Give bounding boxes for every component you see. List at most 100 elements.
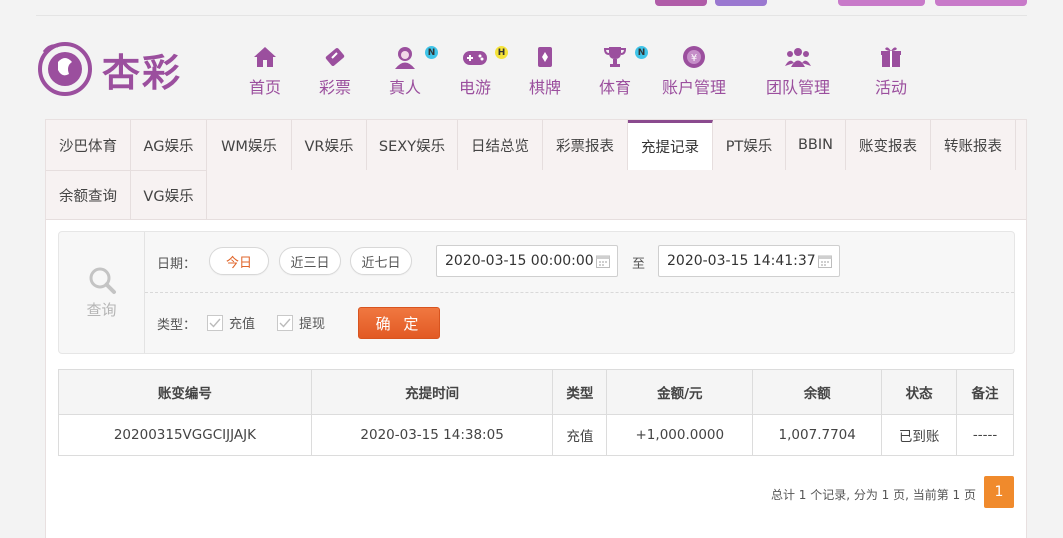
nav-team[interactable]: 团队管理 [764,44,832,98]
deposit-checkbox[interactable]: 充值 [207,313,255,332]
top-button-1[interactable] [655,0,707,6]
withdraw-checkbox[interactable]: 提现 [277,313,325,332]
col-header-id: 账变编号 [58,369,312,415]
home-icon [252,44,278,70]
gift-icon [878,44,904,70]
nav-label: 活动 [874,78,907,97]
dealer-icon [392,44,418,70]
col-header-type: 类型 [552,369,608,415]
ticket-icon [322,44,348,70]
nav-label: 账户管理 [661,78,726,97]
tab-pt[interactable]: PT娱乐 [713,120,786,170]
start-date-input[interactable]: 2020-03-15 00:00:00 [436,245,618,277]
nav-lottery[interactable]: 彩票 [310,44,360,98]
tab-saba-sports[interactable]: 沙巴体育 [46,120,131,170]
check-icon [209,318,221,328]
quick-3days-button[interactable]: 近三日 [279,247,341,275]
nav-sports[interactable]: N 体育 [590,44,648,98]
nav-label: 棋牌 [528,78,561,97]
tab-wm[interactable]: WM娱乐 [207,120,292,170]
nav-home[interactable]: 首页 [240,44,290,98]
trophy-icon [602,44,628,70]
checkbox-box[interactable] [277,314,293,331]
brand-name: 杏彩 [102,49,183,95]
col-header-remark: 备注 [956,369,1014,415]
withdraw-label: 提现 [299,317,326,332]
cell-remark: ----- [956,414,1014,456]
nav-label: 首页 [248,78,281,97]
top-strip [36,0,1027,16]
quick-7days-button[interactable]: 近七日 [350,247,412,275]
tab-vg[interactable]: VG娱乐 [131,170,207,220]
col-header-amount: 金额/元 [606,369,754,415]
date-label: 日期： [157,257,197,272]
deposit-label: 充值 [229,317,256,332]
brand-logo[interactable]: 杏彩 [36,40,188,98]
tab-lottery-report[interactable]: 彩票报表 [543,120,628,170]
nav-chess[interactable]: 棋牌 [520,44,570,98]
tab-sexy[interactable]: SEXY娱乐 [367,120,458,170]
tab-balance-query[interactable]: 余额查询 [46,170,131,220]
query-filter: 查询 日期： 今日 近三日 近七日 2020-03-15 00:00:00 至 … [58,231,1015,354]
new-badge: N [635,46,648,59]
top-button-2[interactable] [715,0,767,6]
nav-egame[interactable]: H 电游 [450,44,508,98]
main-panel: 沙巴体育 AG娱乐 WM娱乐 VR娱乐 SEXY娱乐 日结总览 彩票报表 充提记… [45,119,1027,538]
confirm-button[interactable]: 确 定 [358,307,440,339]
gamepad-icon [462,44,488,70]
cell-amount: +1,000.0000 [606,414,754,456]
calendar-icon[interactable] [596,254,610,268]
hot-badge: H [495,46,508,59]
tab-ag[interactable]: AG娱乐 [131,120,207,170]
start-date-value: 2020-03-15 00:00:00 [445,253,594,269]
records-table: 账变编号 充提时间 类型 金额/元 余额 状态 备注 20200315VGGCI… [58,369,1014,456]
nav-label: 真人 [388,78,421,97]
checkbox-box[interactable] [207,314,223,331]
query-label: 查询 [86,301,117,319]
nav-account[interactable]: ¥ 账户管理 [660,44,728,98]
pagination-summary: 总计 1 个记录, 分为 1 页, 当前第 1 页 [770,488,976,502]
search-icon [89,267,116,294]
nav-label: 团队管理 [765,78,830,97]
table-row: 20200315VGGCIJJAJK 2020-03-15 14:38:05 充… [58,414,1014,456]
check-icon [279,318,291,328]
main-nav: 首页 彩票 N 真人 H 电游 棋牌 N 体育 ¥ 账户管理 团队管理 活动 [240,44,916,98]
date-row: 日期： 今日 近三日 近七日 2020-03-15 00:00:00 至 202… [145,232,1014,293]
tab-deposit-withdraw[interactable]: 充提记录 [628,120,713,170]
nav-live[interactable]: N 真人 [380,44,438,98]
col-header-balance: 余额 [752,369,883,415]
table-header-row: 账变编号 充提时间 类型 金额/元 余额 状态 备注 [58,369,1014,415]
tab-daily-overview[interactable]: 日结总览 [458,120,543,170]
type-row: 类型： 充值 提现 确 定 [145,293,1014,353]
col-header-status: 状态 [881,369,958,415]
to-label: 至 [632,257,646,272]
team-icon [785,44,811,70]
cards-icon [532,44,558,70]
cell-balance: 1,007.7704 [752,414,883,456]
pagination: 总计 1 个记录, 分为 1 页, 当前第 1 页 1 [58,476,1014,508]
top-button-3[interactable] [838,0,925,6]
col-header-time: 充提时间 [310,369,554,415]
cell-status: 已到账 [881,414,958,456]
calendar-icon[interactable] [818,254,832,268]
query-side[interactable]: 查询 [59,232,145,353]
quick-today-button[interactable]: 今日 [209,247,269,275]
coin-icon: ¥ [681,44,707,70]
cell-time: 2020-03-15 14:38:05 [310,414,554,456]
page-1-button[interactable]: 1 [984,476,1014,508]
tab-vr[interactable]: VR娱乐 [292,120,367,170]
new-badge: N [425,46,438,59]
nav-label: 彩票 [318,78,351,97]
report-tabs: 沙巴体育 AG娱乐 WM娱乐 VR娱乐 SEXY娱乐 日结总览 彩票报表 充提记… [46,120,1026,220]
tab-bbin[interactable]: BBIN [786,120,846,170]
svg-text:¥: ¥ [691,53,697,64]
cell-type: 充值 [552,414,608,456]
nav-activity[interactable]: 活动 [866,44,916,98]
end-date-input[interactable]: 2020-03-15 14:41:37 [658,245,840,277]
logo-emblem-icon [38,42,92,96]
tab-account-change-report[interactable]: 账变报表 [846,120,931,170]
nav-label: 电游 [458,78,491,97]
cell-id: 20200315VGGCIJJAJK [58,414,312,456]
tab-transfer-report[interactable]: 转账报表 [931,120,1016,170]
top-button-4[interactable] [935,0,1027,6]
